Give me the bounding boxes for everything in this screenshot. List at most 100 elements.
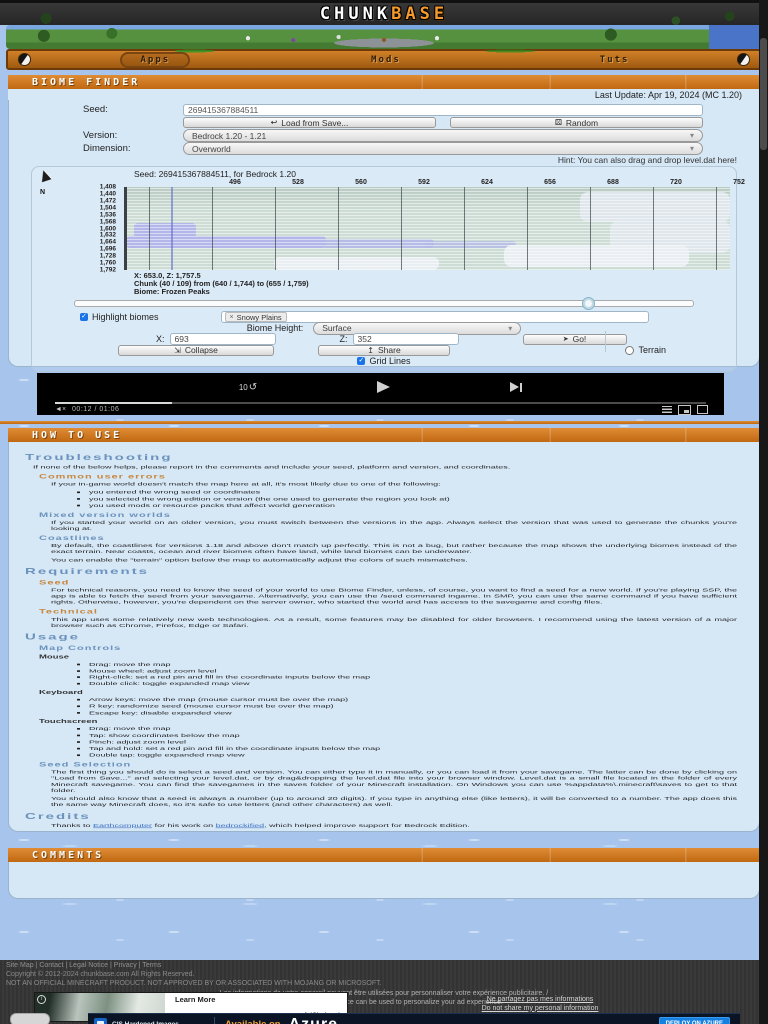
terrain-toggle[interactable] (625, 345, 635, 355)
next-button[interactable] (510, 382, 523, 392)
highlight-row: ✓ Highlight biomes × Snowy Plains (44, 311, 724, 324)
seed-input[interactable] (183, 103, 703, 116)
htu-list-item: you entered the wrong seed or coordinate… (89, 489, 743, 495)
x-tick: 656 (544, 179, 556, 186)
footer-disclaimer: NOT AN OFFICIAL MINECRAFT PRODUCT. NOT A… (6, 979, 382, 987)
grid-lines-label: Grid Lines (369, 356, 411, 367)
x-coordinate-label: X: (156, 334, 165, 345)
consent-link-fr[interactable]: Ne partagez pas mes informations (330, 996, 750, 1005)
video-time: 00:12 / 01:06 (72, 406, 120, 413)
seed-label: Seed: (83, 104, 108, 115)
nav-item-mods[interactable]: Mods (353, 54, 419, 66)
zoom-slider[interactable] (74, 297, 694, 311)
x-tick: 560 (355, 179, 367, 186)
compass-north-icon: N (38, 168, 60, 196)
logo-chunk: CHUNK (319, 4, 392, 24)
htu-list-item: Pinch: adjust zoom level (89, 739, 743, 745)
htu-paragraph: If your in-game world doesn't match the … (51, 481, 441, 487)
controls-divider (605, 331, 606, 353)
dimension-select[interactable]: Overworld ▾ (183, 142, 703, 155)
chunkbase-page: CHUNKBASE Apps Mods Tuts BIOME FINDER Last… (0, 0, 768, 1024)
htu-heading: Credits (25, 811, 91, 821)
terrain-toggle-wrap: Terrain (625, 345, 666, 355)
north-arrow-icon (38, 168, 52, 183)
collapse-button[interactable]: ⇲ Collapse (118, 344, 274, 356)
azure-ad-banner[interactable]: CIS Hardened Images Available on Azure D… (88, 1013, 740, 1024)
how-to-use-body: Troubleshooting If none of the below help… (25, 453, 743, 832)
htu-text: , which helped improve support for Bedro… (264, 822, 470, 829)
rewind-icon: ↺ (248, 381, 258, 393)
go-icon: ➤ (562, 336, 569, 344)
mute-button[interactable]: ◄ × (55, 406, 66, 413)
ad-learn-more[interactable]: Learn More (175, 995, 215, 1004)
htu-list-item: you selected the wrong edition or versio… (89, 496, 743, 502)
htu-list: Arrow keys: move the map (mouse cursor m… (25, 697, 743, 716)
htu-heading: Common user errors (39, 473, 166, 480)
biome-info: Biome: Frozen Peaks (134, 287, 210, 297)
dimension-label: Dimension: (83, 143, 131, 154)
ad-info-icon[interactable]: i (37, 995, 46, 1004)
htu-heading: Seed (39, 579, 70, 586)
grid-lines-row: ✓ Grid Lines (44, 356, 724, 366)
remove-chip-icon[interactable]: × (230, 314, 234, 321)
biome-chip[interactable]: × Snowy Plains (224, 312, 287, 323)
version-select[interactable]: Bedrock 1.20 - 1.21 ▾ (183, 129, 703, 142)
x-tick: 688 (607, 179, 619, 186)
htu-heading: Requirements (25, 566, 150, 577)
play-button[interactable] (377, 381, 391, 393)
biome-finder-panel: Seed: ↩Load from Save... ⚄Random Version… (8, 100, 760, 373)
highlight-biomes-checkbox[interactable]: ✓ (80, 313, 88, 322)
map-caption: Seed: 269415367884511, for Bedrock 1.20 (134, 169, 296, 179)
how-to-use-header: HOW TO USE (8, 428, 760, 442)
x-tick: 752 (733, 179, 745, 186)
htu-link[interactable]: Earthcomputer (93, 823, 152, 829)
privacy-settings-button[interactable] (10, 1013, 50, 1024)
version-row: Version: Bedrock 1.20 - 1.21 ▾ (17, 129, 751, 142)
htu-text: for providing (120, 831, 175, 832)
htu-text: Thanks to (51, 822, 94, 829)
load-from-save-button[interactable]: ↩ Load from Save... (183, 117, 436, 128)
video-settings-icon[interactable] (662, 406, 672, 413)
fullscreen-icon[interactable] (697, 405, 708, 414)
map-controls: ✓ Highlight biomes × Snowy Plains Biome H… (38, 310, 730, 368)
video-progress-fill (55, 402, 173, 404)
version-label: Version: (83, 130, 118, 141)
go-button[interactable]: ➤ Go! (522, 333, 627, 345)
x-tick: 720 (670, 179, 682, 186)
y-tick: 1,792 (99, 266, 116, 274)
deploy-azure-button[interactable]: DEPLOY ON AZURE (658, 1016, 730, 1024)
map-y-axis: 1,408 1,440 1,472 1,504 1,536 1,568 1,600 1,632… (38, 184, 124, 274)
biome-height-row: Biome Height: Surface ▾ (44, 321, 724, 335)
htu-heading: Mouse (39, 654, 70, 661)
video-player[interactable]: 10 ↺ ◄ × 00:12 / 01:06 (37, 373, 724, 415)
rewind-10-button[interactable]: 10 ↺ (239, 382, 257, 393)
zoom-slider-thumb[interactable] (581, 297, 595, 311)
share-button[interactable]: ↥ Share (318, 344, 450, 356)
grid-lines-checkbox[interactable]: ✓ (357, 357, 366, 366)
chunk-info: Chunk (40 / 109) from (640 / 1,744) to (… (134, 279, 309, 289)
htu-list: you entered the wrong seed or coordinate… (25, 489, 743, 508)
x-coordinate-input[interactable] (169, 333, 276, 346)
speaker-icon: ◄ (55, 406, 62, 413)
scrollbar[interactable] (759, 0, 768, 1024)
htu-link[interactable]: biome colors (174, 831, 225, 832)
htu-link[interactable]: amidst (93, 831, 120, 832)
picture-in-picture-icon[interactable] (678, 404, 691, 415)
z-coordinate-input[interactable] (352, 333, 459, 346)
footer-links[interactable]: Site Map | Contact | Legal Notice | Priv… (0, 960, 768, 971)
video-progress-bar[interactable] (55, 402, 706, 404)
scrollbar-thumb[interactable] (760, 38, 767, 150)
nav-orb-right-icon[interactable] (737, 53, 750, 66)
biome-height-value: Surface (322, 323, 352, 334)
chunkbase-logo[interactable]: CHUNKBASE (320, 4, 448, 24)
footer-copyright: Copyright © 2012-2024 chunkbase.com All … (6, 970, 195, 978)
x-tick: 624 (481, 179, 493, 186)
htu-link[interactable]: bedrockified (216, 823, 265, 829)
nav-item-apps[interactable]: Apps (120, 51, 191, 68)
htu-list-item: Right-click: set a red pin and fill in t… (89, 674, 743, 680)
nav-orb-left-icon[interactable] (18, 53, 31, 66)
random-button[interactable]: ⚄ Random (450, 117, 703, 128)
last-update: Last Update: Apr 19, 2024 (MC 1.20) (8, 89, 760, 100)
map-canvas[interactable] (124, 187, 730, 270)
nav-item-tuts[interactable]: Tuts (582, 54, 648, 66)
